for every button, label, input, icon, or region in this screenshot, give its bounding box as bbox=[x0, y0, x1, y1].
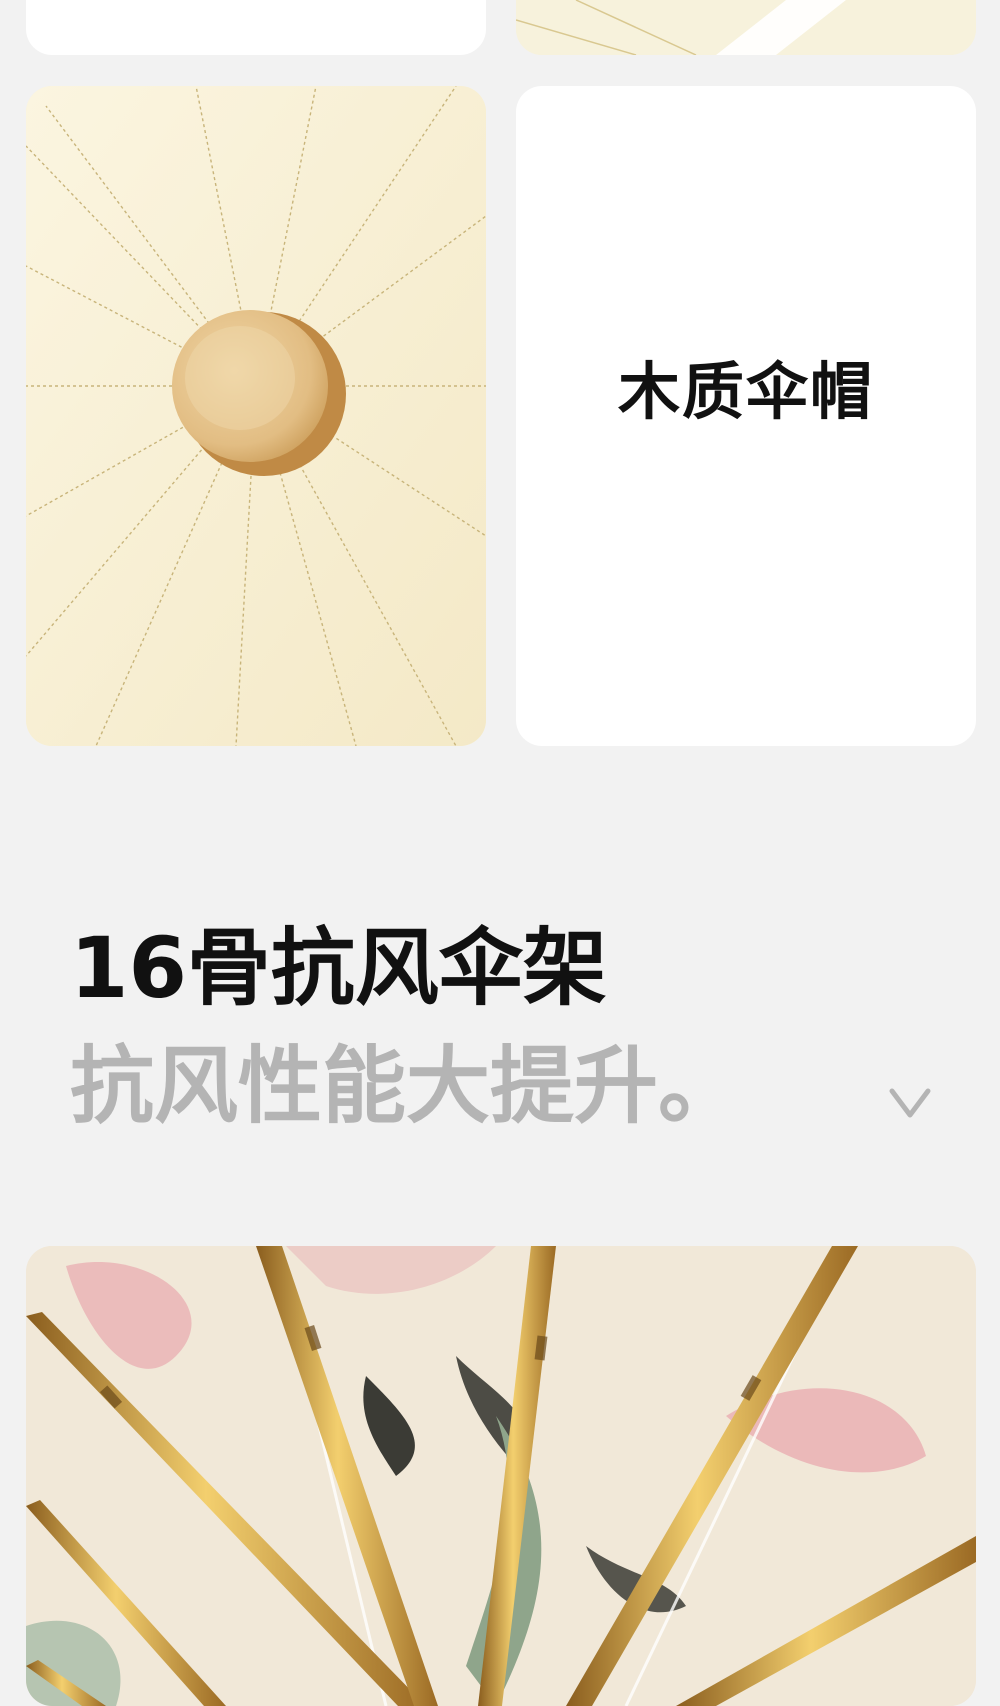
frame-section-subtitle: 抗风性能大提升。 bbox=[70, 1037, 743, 1135]
umbrella-frame-image bbox=[26, 1246, 976, 1706]
frame-section-title: 16骨抗风伞架 bbox=[70, 919, 607, 1017]
top-card-left bbox=[26, 0, 486, 55]
wooden-cap-photo bbox=[26, 86, 486, 746]
umbrella-frame-photo bbox=[26, 1246, 976, 1706]
chevron-down-icon[interactable] bbox=[888, 1085, 932, 1121]
top-card-right-photo bbox=[516, 0, 976, 55]
wooden-cap-label-card: 木质伞帽 bbox=[516, 86, 976, 746]
wooden-cap-label: 木质伞帽 bbox=[617, 355, 874, 428]
wooden-cap-image bbox=[26, 86, 486, 746]
